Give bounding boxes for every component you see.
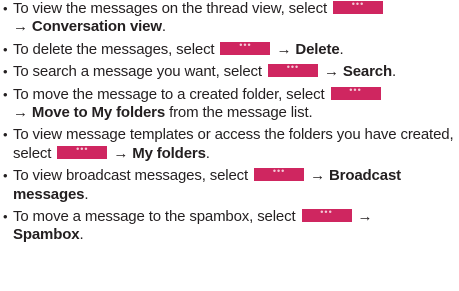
- item-text: To move the message to a created folder,…: [13, 85, 325, 103]
- bullet: •: [3, 127, 8, 143]
- item-text: To delete the messages, select: [13, 40, 215, 58]
- item-text-end: .: [392, 63, 397, 81]
- menu-option-name: Spambox: [13, 226, 80, 244]
- item-text-end: .: [161, 18, 166, 36]
- item-text: To view broadcast messages, select: [13, 167, 249, 185]
- bullet: •: [3, 209, 8, 225]
- arrow: →: [357, 208, 373, 226]
- more-options-icon: •••: [254, 166, 305, 182]
- item-text-end: .: [84, 185, 89, 203]
- item-text: To search a message you want, select: [13, 63, 262, 81]
- item-text-end: .: [339, 40, 344, 58]
- menu-option-name: Search: [342, 63, 392, 81]
- list-item: • To move a message to the spambox, sele…: [0, 207, 459, 245]
- more-options-icon: •••: [301, 207, 352, 223]
- list-item: • To move the message to a created folde…: [0, 85, 459, 123]
- item-text-end: .: [79, 226, 84, 244]
- list-item: • To view the messages on the thread vie…: [0, 0, 459, 37]
- menu-option-name: Conversation view: [31, 18, 162, 36]
- menu-option-name: Delete: [295, 40, 340, 58]
- item-text-end: .: [205, 144, 210, 162]
- list-item: • To view message templates or access th…: [0, 126, 459, 163]
- arrow: →: [323, 63, 339, 81]
- list-item: • To delete the messages, select ••• → D…: [0, 40, 459, 59]
- arrow: →: [310, 167, 325, 185]
- more-options-icon: •••: [333, 0, 383, 14]
- arrow: →: [113, 144, 129, 162]
- more-options-icon: •••: [57, 144, 108, 159]
- list-item: • To search a message you want, select •…: [0, 62, 459, 81]
- menu-option-name: My folders: [132, 144, 206, 162]
- menu-option-name: Move to My folders: [31, 104, 166, 122]
- item-text: To move a message to the spambox, select: [13, 208, 296, 226]
- item-text: To view the messages on the thread view,…: [13, 0, 327, 17]
- instruction-list: • To view the messages on the thread vie…: [0, 0, 459, 245]
- list-item: • To view broadcast messages, select •••…: [0, 166, 459, 204]
- bullet: •: [3, 64, 8, 80]
- arrow: →: [276, 40, 292, 58]
- bullet: •: [3, 1, 8, 16]
- more-options-icon: •••: [330, 85, 381, 100]
- more-options-icon: •••: [220, 40, 271, 55]
- more-options-icon: •••: [267, 62, 318, 78]
- bullet: •: [3, 41, 8, 57]
- arrow: →: [13, 104, 28, 122]
- bullet: •: [3, 168, 8, 184]
- bullet: •: [3, 86, 8, 102]
- arrow: →: [13, 18, 28, 36]
- item-text-end: from the message list.: [165, 104, 313, 122]
